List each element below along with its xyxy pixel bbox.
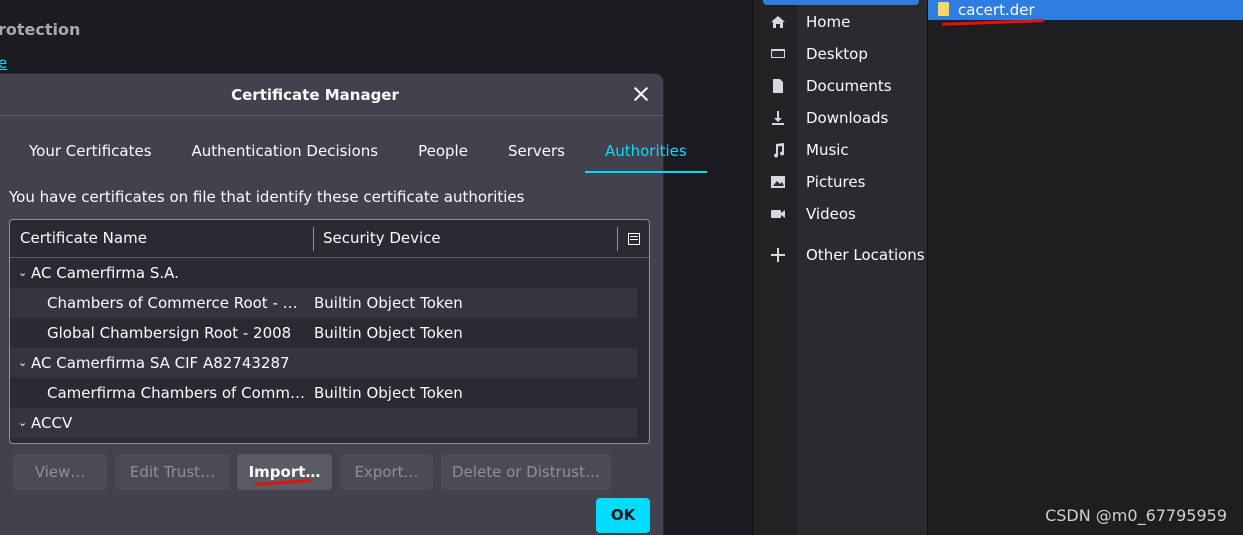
sidebar-item-music[interactable]: Music bbox=[753, 134, 927, 166]
view-button[interactable]: View… bbox=[13, 454, 107, 490]
file-row-selected[interactable]: cacert.der bbox=[928, 0, 1243, 20]
download-icon bbox=[772, 111, 784, 125]
row-device: Builtin Object Token bbox=[314, 384, 463, 402]
places-sidebar: Home Desktop Documents Downloads Music P… bbox=[752, 0, 927, 535]
sidebar-item-home[interactable]: Home bbox=[753, 6, 927, 38]
desktop-icon bbox=[771, 49, 785, 58]
dialog-title: Certificate Manager bbox=[231, 86, 399, 104]
chevron-down-icon[interactable]: ⌄ bbox=[18, 258, 27, 288]
sidebar-item-videos[interactable]: Videos bbox=[753, 198, 927, 230]
video-icon bbox=[771, 210, 785, 218]
column-splitter[interactable] bbox=[313, 227, 314, 251]
tab-people[interactable]: People bbox=[398, 132, 488, 171]
plus-icon bbox=[771, 248, 785, 262]
row-name: ACCV bbox=[31, 414, 73, 432]
section-link[interactable]: e bbox=[0, 54, 7, 72]
sidebar-item-label: Videos bbox=[806, 205, 856, 223]
column-certificate-name[interactable]: Certificate Name bbox=[20, 229, 147, 247]
sidebar-item-label: Music bbox=[806, 141, 849, 159]
tree-row[interactable]: Camerfirma Chambers of Commerce Root Bui… bbox=[10, 378, 637, 408]
annotation-underline bbox=[941, 19, 1045, 26]
tree-row[interactable]: ⌄ ACCV bbox=[10, 408, 637, 438]
chevron-down-icon[interactable]: ⌄ bbox=[18, 408, 27, 438]
tree-row[interactable]: ⌄ AC Camerfirma S.A. bbox=[10, 258, 637, 288]
column-splitter[interactable] bbox=[617, 227, 618, 251]
delete-or-distrust-button[interactable]: Delete or Distrust… bbox=[441, 454, 611, 490]
tab-authorities[interactable]: Authorities bbox=[584, 132, 707, 173]
tree-row[interactable]: Chambers of Commerce Root - 2008 Builtin… bbox=[10, 288, 637, 318]
sidebar-item-label: Pictures bbox=[806, 173, 866, 191]
section-title: rotection bbox=[0, 20, 81, 39]
sidebar-item-label: Home bbox=[806, 13, 851, 31]
column-picker-icon[interactable] bbox=[628, 233, 640, 245]
sidebar-item-desktop[interactable]: Desktop bbox=[753, 38, 927, 70]
music-icon bbox=[774, 143, 785, 158]
sidebar-item-documents[interactable]: Documents bbox=[753, 70, 927, 102]
row-device: Builtin Object Token bbox=[314, 294, 463, 312]
column-security-device[interactable]: Security Device bbox=[323, 229, 441, 247]
sidebar-item-label: Desktop bbox=[806, 45, 868, 63]
tab-authentication-decisions[interactable]: Authentication Decisions bbox=[172, 132, 399, 171]
ok-button[interactable]: OK bbox=[596, 498, 650, 533]
sidebar-item-pictures[interactable]: Pictures bbox=[753, 166, 927, 198]
pictures-icon bbox=[771, 176, 785, 188]
file-icon bbox=[938, 2, 949, 16]
close-icon[interactable] bbox=[629, 82, 653, 106]
certificate-tree[interactable]: Certificate Name Security Device ⌄ AC Ca… bbox=[9, 219, 650, 444]
sidebar-item-other-locations[interactable]: Other Locations bbox=[753, 239, 927, 271]
tab-bar: Your Certificates Authentication Decisio… bbox=[9, 132, 707, 173]
row-device: Builtin Object Token bbox=[314, 324, 463, 342]
document-icon bbox=[773, 79, 783, 93]
certificate-manager-dialog: Certificate Manager Your Certificates Au… bbox=[0, 74, 707, 535]
sidebar-item-label: Other Locations bbox=[806, 246, 925, 264]
import-button[interactable]: Import… bbox=[237, 454, 332, 490]
tree-header: Certificate Name Security Device bbox=[10, 220, 649, 258]
row-name: Camerfirma Chambers of Commerce Root bbox=[47, 384, 307, 402]
row-name: Global Chambersign Root - 2008 bbox=[47, 324, 292, 342]
home-icon bbox=[771, 16, 785, 28]
dialog-header: Certificate Manager bbox=[0, 74, 663, 116]
sidebar-item-downloads[interactable]: Downloads bbox=[753, 102, 927, 134]
file-name: cacert.der bbox=[958, 1, 1035, 19]
tree-row[interactable]: ⌄ AC Camerfirma SA CIF A82743287 bbox=[10, 348, 637, 378]
tab-your-certificates[interactable]: Your Certificates bbox=[9, 132, 172, 171]
row-name: AC Camerfirma SA CIF A82743287 bbox=[31, 354, 290, 372]
tree-row[interactable]: Global Chambersign Root - 2008 Builtin O… bbox=[10, 318, 637, 348]
watermark: CSDN @m0_67795959 bbox=[1045, 506, 1227, 525]
row-name: Chambers of Commerce Root - 2008 bbox=[47, 294, 307, 312]
sidebar-item-label: Downloads bbox=[806, 109, 889, 127]
chevron-down-icon[interactable]: ⌄ bbox=[18, 348, 27, 378]
tab-servers[interactable]: Servers bbox=[488, 132, 585, 171]
sidebar-item-label: Documents bbox=[806, 77, 892, 95]
row-name: AC Camerfirma S.A. bbox=[31, 264, 179, 282]
edit-trust-button[interactable]: Edit Trust… bbox=[115, 454, 230, 490]
file-list: cacert.der bbox=[927, 0, 1243, 535]
sidebar-selected-item[interactable] bbox=[763, 0, 919, 5]
export-button[interactable]: Export… bbox=[340, 454, 433, 490]
tab-description: You have certificates on file that ident… bbox=[9, 188, 525, 206]
